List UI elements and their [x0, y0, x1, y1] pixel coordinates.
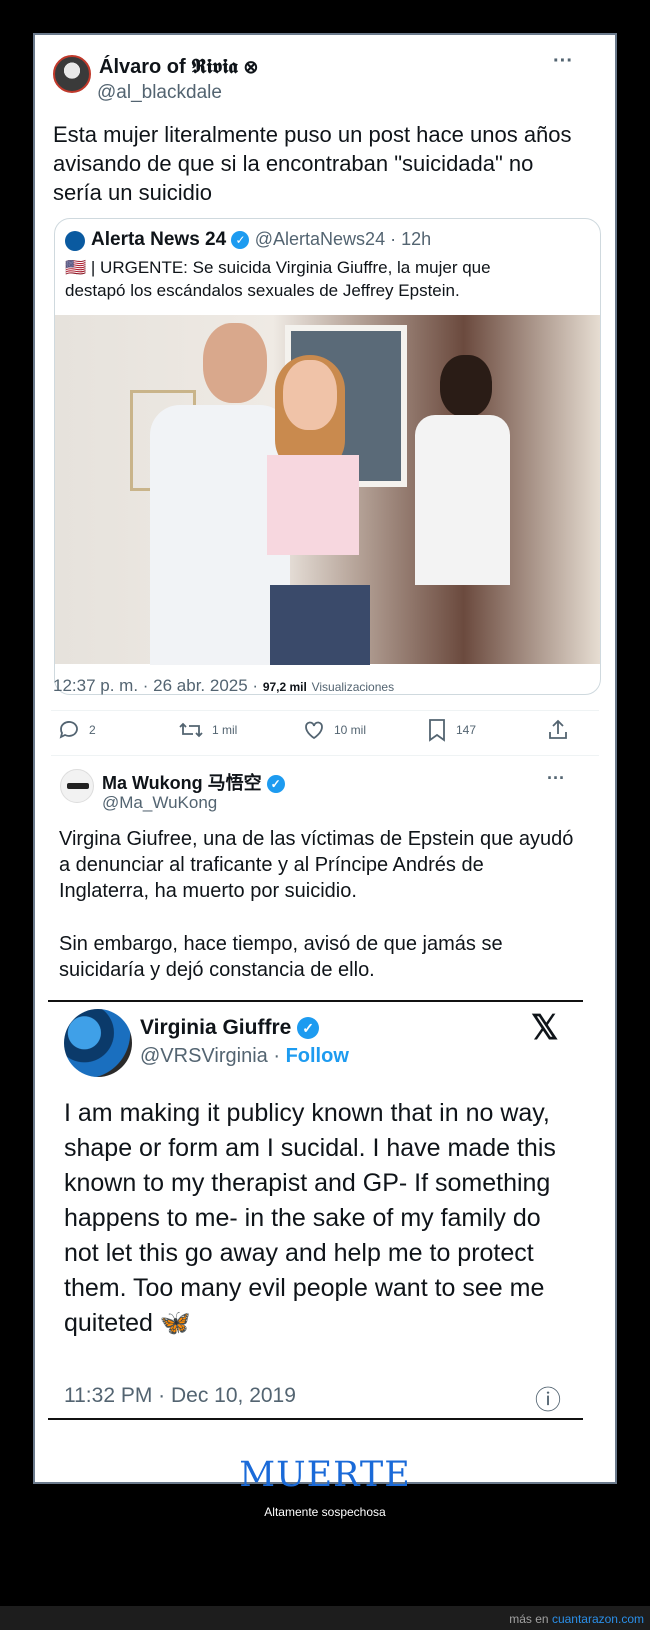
reply-author-name[interactable]: Ma Wukong 马悟空 — [102, 773, 262, 793]
footer-site-link[interactable]: cuantarazon.com — [552, 1612, 644, 1626]
more-options-icon[interactable]: ··· — [547, 768, 565, 789]
caption-title: MUERTE — [239, 1455, 411, 1495]
tweet-timestamp[interactable]: 12:37 p. m. · 26 abr. 2025 · — [53, 676, 258, 695]
quoted-handle-time: @AlertaNews24 · 12h — [254, 229, 432, 249]
like-count: 10 mil — [334, 723, 367, 737]
footer-bar: más en cuantarazon.com — [0, 1606, 650, 1630]
embedded-tweet: Virginia Giuffre ✓ @VRSVirginia · Follow… — [48, 1002, 583, 1418]
author-name-row: Álvaro of 𝕽𝖎𝖛𝖎𝖆 ⊗ — [99, 56, 258, 79]
us-flag-icon: 🇺🇸 — [65, 258, 87, 277]
verified-icon: ✓ — [231, 230, 250, 249]
retweet-button[interactable]: 1 mil — [178, 718, 237, 742]
reply-avatar[interactable] — [60, 769, 94, 803]
embedded-text-block: I am making it publicy known that in no … — [64, 1096, 574, 1341]
sunglasses-icon — [67, 783, 89, 789]
share-button[interactable] — [546, 718, 570, 742]
like-button[interactable]: 10 mil — [302, 718, 366, 742]
retweet-count: 1 mil — [212, 723, 238, 737]
embedded-name-row: Virginia Giuffre ✓ — [140, 1016, 320, 1040]
person-head-3 — [440, 355, 492, 417]
butterfly-emoji: 🦋 — [159, 1309, 192, 1337]
reply-text-1: Virgina Giufree, una de las víctimas de … — [59, 828, 574, 902]
embedded-text: I am making it publicy known that in no … — [64, 1099, 556, 1337]
share-icon — [549, 719, 567, 739]
quoted-header: Alerta News 24 ✓ @AlertaNews24 · 12h — [91, 229, 431, 251]
footer-text: más en cuantarazon.com — [509, 1612, 644, 1626]
reply-icon — [59, 721, 78, 739]
more-options-icon[interactable]: ··· — [553, 50, 573, 73]
person-head-1 — [203, 323, 267, 403]
reply-text-2: Sin embargo, hace tiempo, avisó de que j… — [59, 933, 503, 981]
author-handle[interactable]: @al_blackdale — [97, 82, 222, 104]
retweet-icon — [179, 722, 203, 738]
photo[interactable] — [55, 315, 600, 665]
tweet-text: Esta mujer literalmente puso un post hac… — [53, 122, 572, 205]
author-name[interactable]: Álvaro of 𝕽𝖎𝖛𝖎𝖆 — [99, 56, 238, 78]
person-top-3 — [415, 415, 510, 585]
bookmark-count: 147 — [456, 723, 477, 737]
person-head-2 — [283, 360, 337, 430]
quoted-text-block: 🇺🇸 | URGENTE: Se suicida Virginia Giuffr… — [65, 256, 545, 302]
avatar[interactable] — [53, 55, 91, 93]
bookmark-icon — [429, 719, 445, 742]
person-top-2 — [267, 455, 359, 555]
views-count: 97,2 mil — [262, 680, 307, 694]
timestamp-row: 12:37 p. m. · 26 abr. 2025 · 97,2 mil Vi… — [53, 676, 394, 696]
embedded-handle: @VRSVirginia — [140, 1045, 268, 1067]
news-logo-icon — [65, 231, 85, 251]
badge-icon: ⊗ — [243, 57, 259, 77]
embed-bottom-border — [48, 1418, 583, 1420]
screenshot-card: Álvaro of 𝕽𝖎𝖛𝖎𝖆 ⊗ @al_blackdale ··· Esta… — [33, 33, 617, 1484]
separator: · — [273, 1045, 280, 1067]
quoted-tweet[interactable]: Alerta News 24 ✓ @AlertaNews24 · 12h 🇺🇸 … — [54, 218, 601, 695]
divider — [51, 755, 599, 756]
verified-icon: ✓ — [297, 1017, 320, 1040]
reply-button[interactable]: 2 — [57, 718, 96, 742]
quoted-name: Alerta News 24 — [91, 229, 227, 250]
x-logo-icon: 𝕏 — [531, 1009, 559, 1047]
quoted-text: | URGENTE: Se suicida Virginia Giuffre, … — [65, 258, 491, 300]
bookmark-button[interactable]: 147 — [426, 718, 476, 742]
embedded-handle-row: @VRSVirginia · Follow — [140, 1045, 349, 1068]
heart-icon — [305, 721, 323, 740]
follow-link[interactable]: Follow — [286, 1045, 349, 1067]
info-icon: ⓘ — [535, 1385, 562, 1415]
butterfly-avatar[interactable] — [64, 1009, 132, 1077]
reply-count: 2 — [89, 723, 96, 737]
caption-subtitle: Altamente sospechosa — [264, 1505, 386, 1519]
embedded-author-name: Virginia Giuffre — [140, 1016, 292, 1039]
verified-icon: ✓ — [266, 775, 285, 794]
embedded-timestamp: 11:32 PM · Dec 10, 2019 — [64, 1384, 296, 1407]
views-label: Visualizaciones — [311, 680, 395, 694]
reply-name-row: Ma Wukong 马悟空 ✓ — [102, 769, 285, 795]
divider — [51, 710, 599, 711]
footer-prefix: más en — [509, 1612, 549, 1626]
reply-handle[interactable]: @Ma_WuKong — [102, 793, 217, 813]
person-jeans-2 — [270, 585, 370, 665]
